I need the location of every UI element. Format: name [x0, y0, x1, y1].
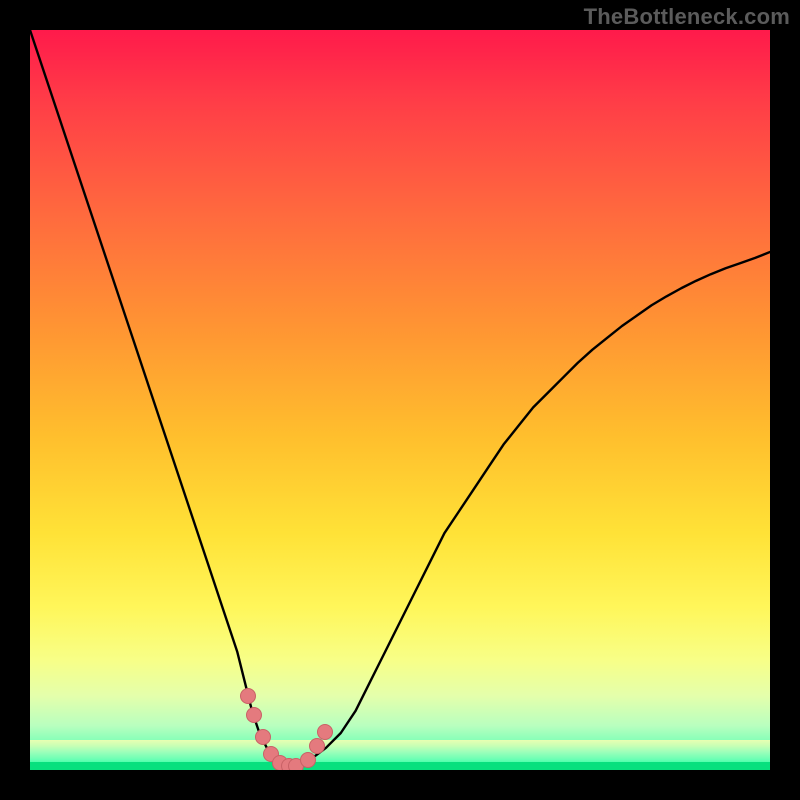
data-marker [255, 729, 271, 745]
watermark-text: TheBottleneck.com [584, 4, 790, 30]
data-marker [240, 688, 256, 704]
plot-area [30, 30, 770, 770]
data-marker [300, 752, 316, 768]
chart-frame: TheBottleneck.com [0, 0, 800, 800]
data-marker [246, 707, 262, 723]
bottleneck-curve [30, 30, 770, 770]
data-marker [309, 738, 325, 754]
data-marker [317, 724, 333, 740]
